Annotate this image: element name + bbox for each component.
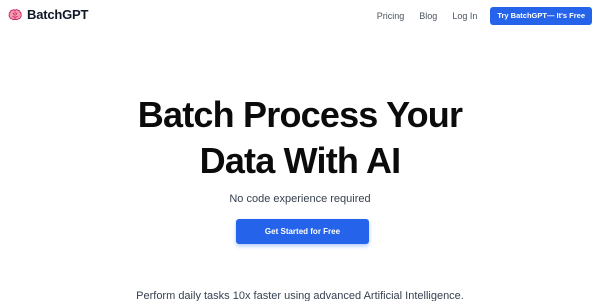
brand-logo-link[interactable]: BatchGPT: [8, 7, 88, 22]
try-batchgpt-button[interactable]: Try BatchGPT— It's Free: [490, 7, 592, 25]
nav-link-pricing[interactable]: Pricing: [377, 7, 405, 25]
page: BatchGPT Pricing Blog Log In Try BatchGP…: [0, 0, 600, 301]
hero-title: Batch Process Your Data With AI: [0, 92, 600, 184]
hero-subtitle: No code experience required: [229, 193, 371, 205]
hero-title-line-1: Batch Process Your: [137, 94, 463, 135]
nav-link-blog[interactable]: Blog: [419, 7, 437, 25]
navbar: BatchGPT Pricing Blog Log In Try BatchGP…: [0, 0, 600, 34]
brain-icon: [8, 8, 22, 20]
hero-tagline: Perform daily tasks 10x faster using adv…: [136, 290, 464, 301]
nav-links: Pricing Blog Log In Try BatchGPT— It's F…: [377, 7, 592, 25]
nav-link-login[interactable]: Log In: [452, 7, 477, 25]
get-started-button[interactable]: Get Started for Free: [236, 219, 369, 244]
hero-title-line-2: Data With AI: [199, 140, 402, 181]
brand-name: BatchGPT: [27, 7, 89, 22]
